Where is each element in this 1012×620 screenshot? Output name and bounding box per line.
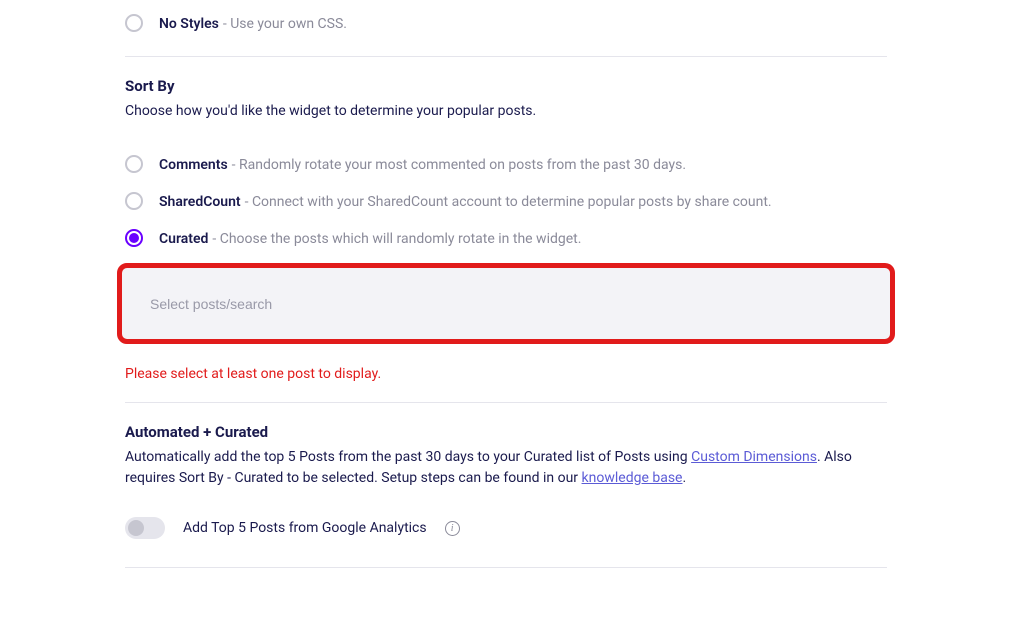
radio-desc: - Connect with your SharedCount account … <box>245 194 772 210</box>
radio-curated[interactable] <box>125 229 143 247</box>
radio-desc: - Use your own CSS. <box>223 16 347 32</box>
radio-sharedcount[interactable] <box>125 192 143 210</box>
radio-text: Curated - Choose the posts which will ra… <box>159 228 581 247</box>
link-custom-dimensions[interactable]: Custom Dimensions <box>691 449 817 465</box>
sort-by-title: Sort By <box>125 77 887 95</box>
radio-text: SharedCount - Connect with your SharedCo… <box>159 191 772 210</box>
toggle-knob <box>128 520 144 536</box>
toggle-add-top5[interactable] <box>125 517 165 539</box>
divider <box>125 56 887 57</box>
radio-comments[interactable] <box>125 155 143 173</box>
radio-desc: - Choose the posts which will randomly r… <box>212 231 581 247</box>
radio-option-comments[interactable]: Comments - Randomly rotate your most com… <box>125 150 887 177</box>
toggle-label: Add Top 5 Posts from Google Analytics <box>183 520 427 536</box>
divider <box>125 402 887 403</box>
info-icon[interactable]: i <box>445 521 460 536</box>
divider <box>125 567 887 568</box>
radio-no-styles[interactable] <box>125 14 143 32</box>
automated-desc: Automatically add the top 5 Posts from t… <box>125 447 887 489</box>
automated-title: Automated + Curated <box>125 423 887 441</box>
radio-title: SharedCount <box>159 194 241 210</box>
radio-title: Curated <box>159 231 208 247</box>
radio-desc: - Randomly rotate your most commented on… <box>232 157 686 173</box>
radio-title: No Styles <box>159 16 219 32</box>
radio-text: No Styles - Use your own CSS. <box>159 13 347 32</box>
toggle-row-add-top5: Add Top 5 Posts from Google Analytics i <box>125 517 887 539</box>
radio-option-curated[interactable]: Curated - Choose the posts which will ra… <box>125 224 887 251</box>
sort-by-desc: Choose how you'd like the widget to dete… <box>125 101 887 122</box>
link-knowledge-base[interactable]: knowledge base <box>582 470 683 486</box>
error-message: Please select at least one post to displ… <box>125 366 887 382</box>
search-highlight-box <box>117 263 895 344</box>
radio-title: Comments <box>159 157 228 173</box>
radio-option-sharedcount[interactable]: SharedCount - Connect with your SharedCo… <box>125 187 887 214</box>
radio-text: Comments - Randomly rotate your most com… <box>159 154 686 173</box>
post-search-input[interactable] <box>150 296 862 312</box>
radio-option-no-styles[interactable]: No Styles - Use your own CSS. <box>125 9 887 36</box>
